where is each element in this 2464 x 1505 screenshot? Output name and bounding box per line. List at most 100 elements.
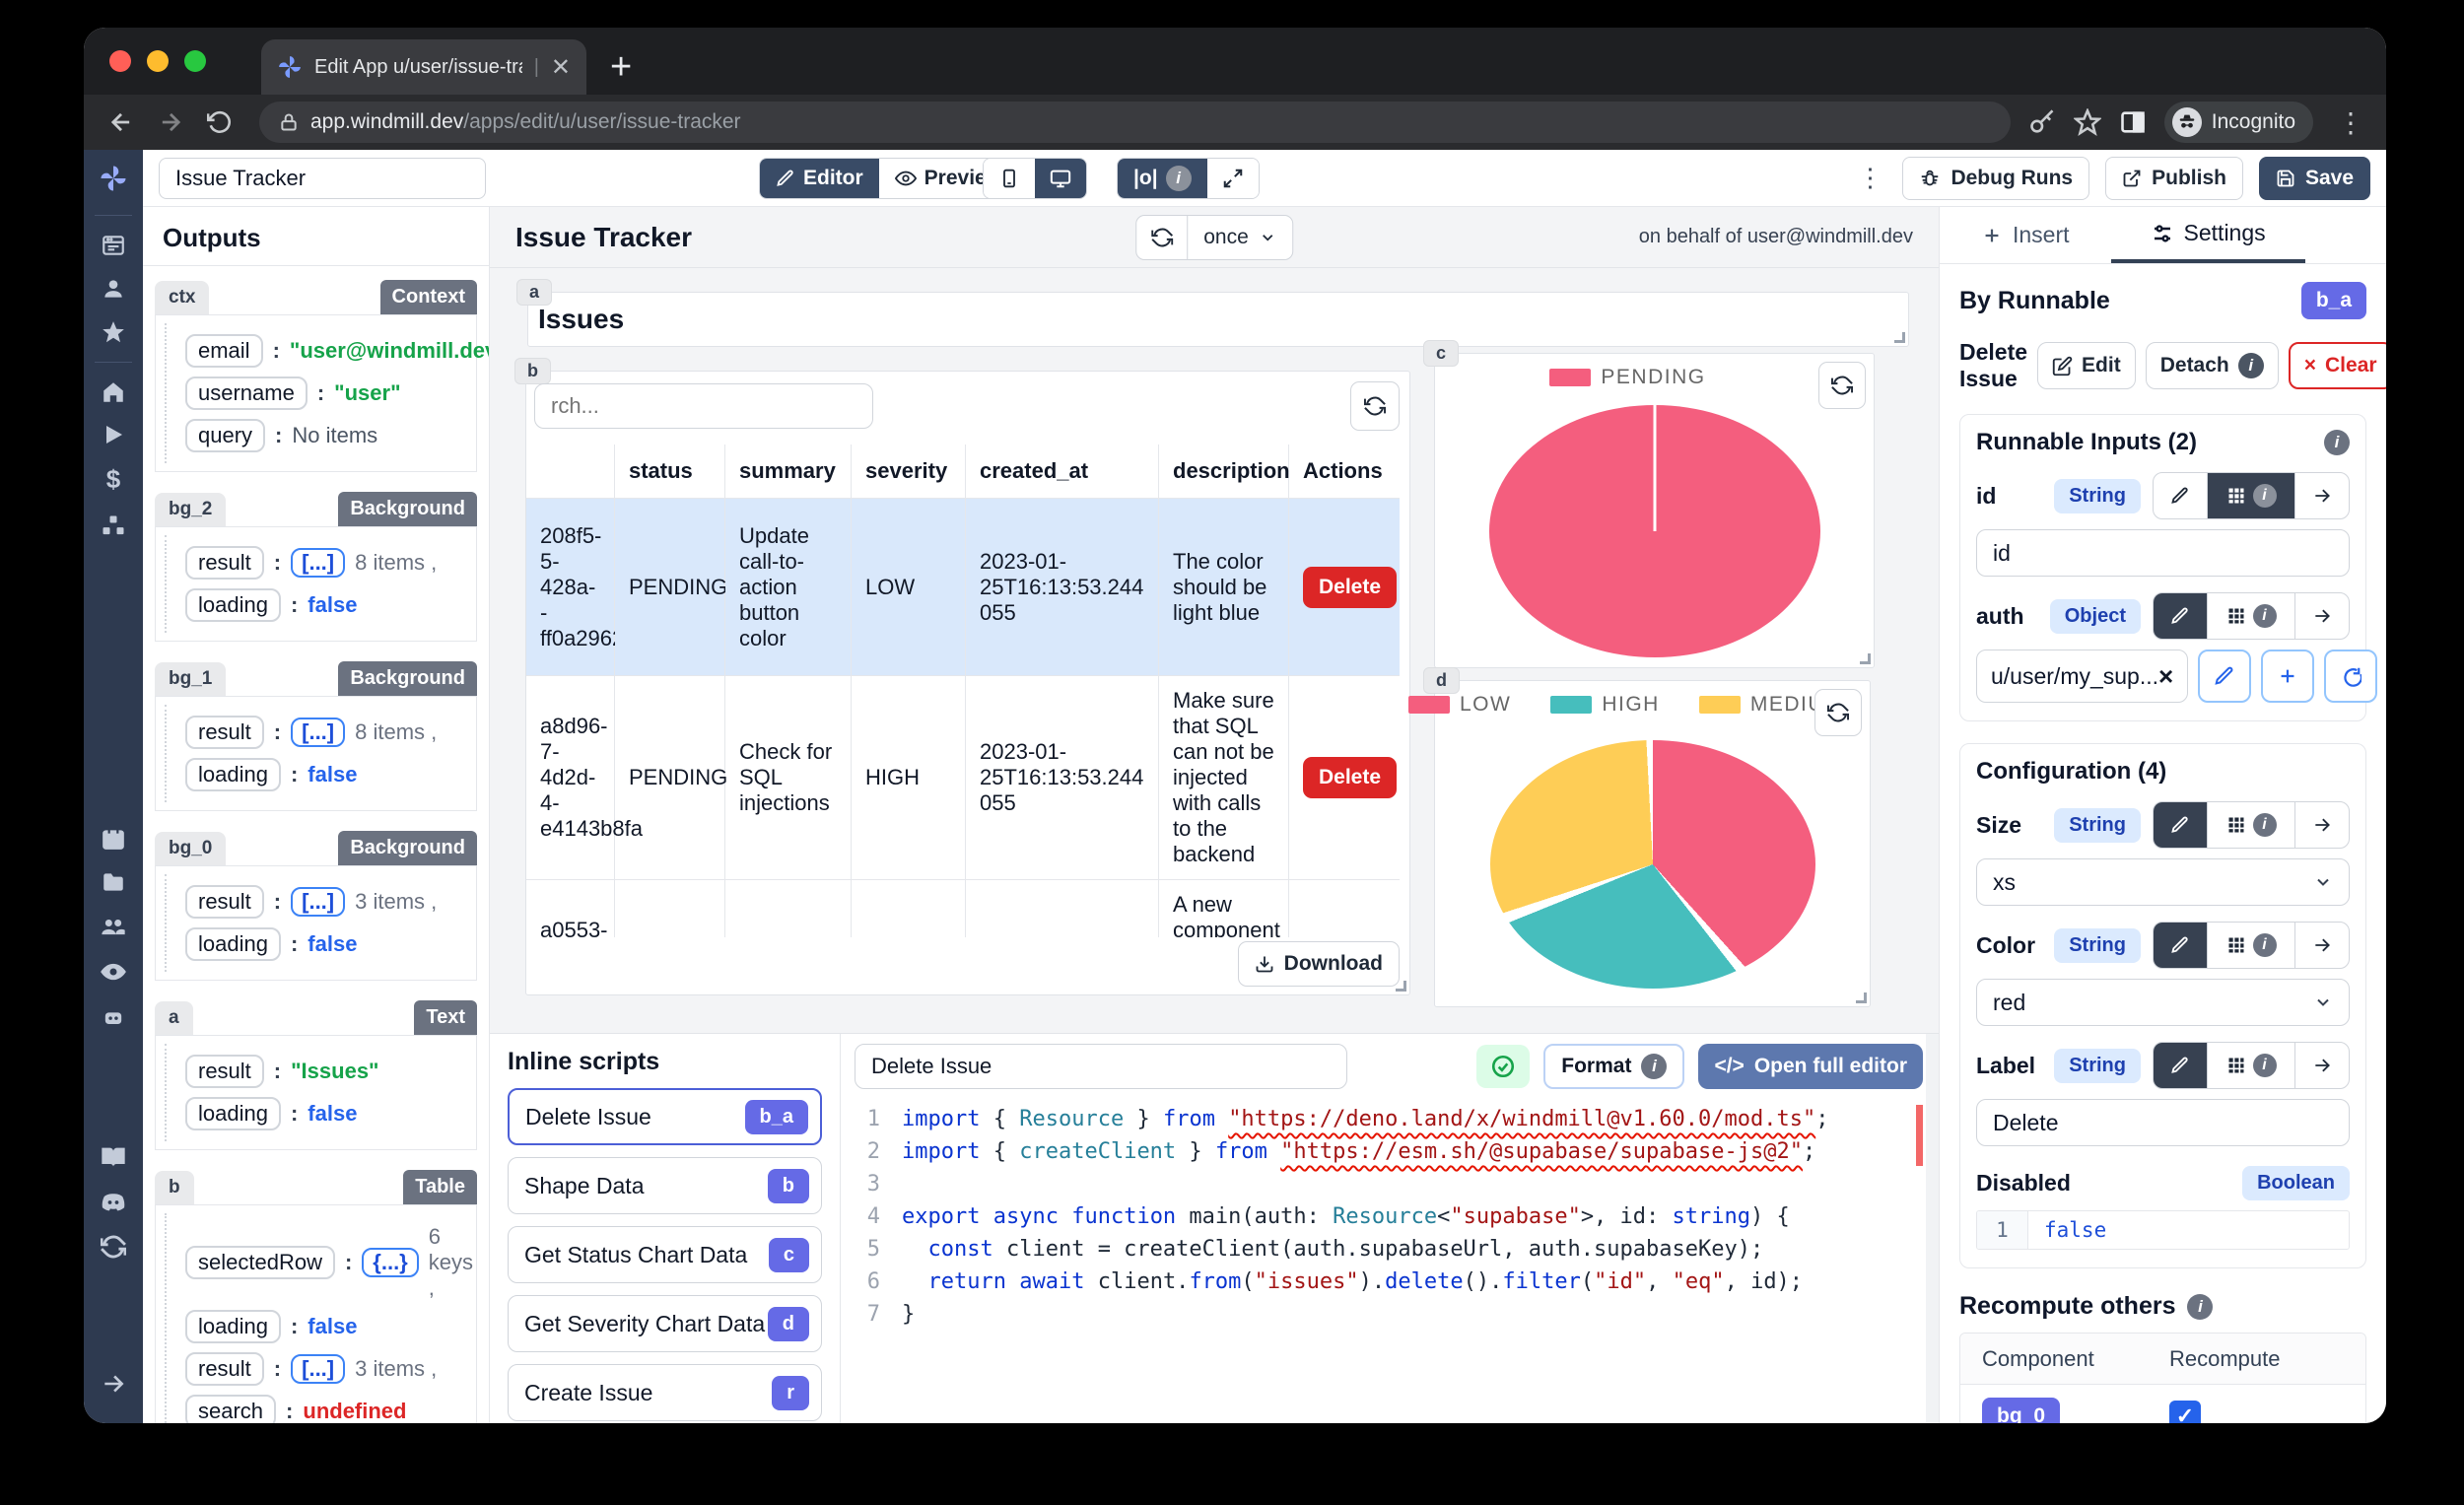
output-section-bg2[interactable]: bg_2Background result:[...]8 items , loa… (155, 492, 477, 642)
sidebar-item-schedules[interactable] (101, 826, 126, 852)
tab-settings[interactable]: Settings (2111, 207, 2305, 263)
delete-row-button[interactable]: Delete (1303, 757, 1397, 798)
chart-refresh-button[interactable] (1818, 362, 1866, 409)
sidebar-item-audit-logs[interactable] (100, 958, 127, 986)
connect-output-button[interactable]: i (2207, 473, 2295, 518)
url-bar[interactable]: app.windmill.dev/apps/edit/u/user/issue-… (259, 102, 2011, 143)
pie-chart-severity[interactable]: d LOW HIGH MEDIUM (1434, 680, 1871, 1007)
detach-runnable-button[interactable]: Detachi (2146, 342, 2279, 389)
delete-row-button[interactable]: Delete (1303, 567, 1397, 608)
static-value-button[interactable] (2154, 1043, 2207, 1088)
component-tab-b[interactable]: b (514, 358, 551, 384)
col-status[interactable]: status (615, 445, 725, 499)
edit-runnable-button[interactable]: Edit (2037, 342, 2136, 389)
chart-refresh-button[interactable] (1814, 689, 1862, 736)
save-button[interactable]: Save (2259, 157, 2370, 200)
editor-scrollbar[interactable] (1926, 1034, 1939, 1423)
refresh-mode-select[interactable]: once (1188, 216, 1292, 259)
desktop-view-button[interactable] (1035, 159, 1086, 198)
app-title-input[interactable] (159, 158, 486, 199)
table-row[interactable]: 208f5-5-428a--ff0a2962 PENDING Update ca… (526, 499, 1400, 676)
clear-runnable-button[interactable]: ×Clear (2289, 342, 2386, 389)
resize-handle[interactable] (1894, 332, 1905, 343)
resize-handle[interactable] (1860, 653, 1871, 664)
clear-resource-icon[interactable]: × (2158, 661, 2173, 692)
static-value-button[interactable] (2154, 473, 2207, 518)
sidebar-item-favorites[interactable] (101, 319, 126, 345)
component-tab-c[interactable]: c (1423, 340, 1459, 367)
code-area[interactable]: 1import { Resource } from "https://deno.… (855, 1103, 1939, 1331)
refresh-resource-button[interactable] (2324, 650, 2377, 703)
static-value-button[interactable] (2154, 923, 2207, 968)
col-id[interactable] (526, 445, 615, 499)
script-item-get-status-chart-data[interactable]: Get Status Chart Datac (508, 1226, 822, 1283)
open-full-editor-button[interactable]: </>Open full editor (1698, 1044, 1923, 1089)
reload-icon[interactable] (198, 109, 241, 135)
zoom-window-button[interactable] (184, 50, 206, 72)
component-tab-d[interactable]: d (1423, 667, 1460, 694)
format-button[interactable]: Formati (1543, 1044, 1684, 1089)
array-pill[interactable]: [...] (291, 718, 345, 747)
sidebar-item-resources[interactable] (100, 513, 127, 540)
collapse-rail-icon[interactable] (101, 1371, 126, 1397)
table-refresh-button[interactable] (1350, 381, 1400, 431)
table-component[interactable]: b status summary severity created_at (525, 371, 1410, 995)
array-pill[interactable]: [...] (291, 548, 345, 578)
table-row[interactable]: a8d96-7-4d2d-4-e4143b8fa PENDING Check f… (526, 676, 1400, 877)
col-description[interactable]: description (1159, 445, 1289, 499)
sidebar-item-apps[interactable] (101, 233, 126, 258)
script-item-get-severity-chart-data[interactable]: Get Severity Chart Datad (508, 1295, 822, 1352)
windmill-logo-icon[interactable] (99, 150, 128, 207)
close-tab-icon[interactable]: ✕ (551, 53, 571, 82)
output-key[interactable]: email (185, 334, 263, 368)
output-key[interactable]: loading (185, 758, 281, 791)
component-tab-a[interactable]: a (516, 279, 552, 306)
text-component-issues[interactable]: a Issues (527, 292, 1909, 347)
col-created-at[interactable]: created_at (966, 445, 1159, 499)
bookmark-star-icon[interactable] (2074, 108, 2101, 136)
eval-input-button[interactable] (2295, 473, 2349, 518)
output-section-bg1[interactable]: bg_1Background result:[...]8 items , loa… (155, 661, 477, 811)
output-key[interactable]: loading (185, 1310, 281, 1343)
output-section-ctx[interactable]: ctxContext email:"user@windmill.dev" use… (155, 280, 477, 472)
download-button[interactable]: Download (1238, 941, 1400, 987)
output-key[interactable]: selectedRow (185, 1246, 335, 1279)
sidebar-item-groups[interactable] (100, 913, 127, 940)
col-severity[interactable]: severity (852, 445, 966, 499)
output-key[interactable]: result (185, 1055, 264, 1088)
discord-icon[interactable] (100, 1189, 127, 1216)
canvas-grid[interactable]: a Issues b status (490, 268, 1939, 1033)
output-key[interactable]: result (185, 885, 264, 919)
output-key[interactable]: loading (185, 588, 281, 622)
col-actions[interactable]: Actions (1289, 445, 1400, 499)
sidebar-item-folders[interactable] (101, 869, 126, 895)
debug-runs-button[interactable]: Debug Runs (1902, 157, 2089, 200)
output-key[interactable]: loading (185, 1097, 281, 1130)
publish-button[interactable]: Publish (2105, 157, 2243, 200)
sidebar-item-workers[interactable] (100, 1003, 127, 1031)
output-section-bg0[interactable]: bg_0Background result:[...]3 items , loa… (155, 831, 477, 981)
output-key[interactable]: result (185, 1352, 264, 1386)
table-search-input[interactable] (534, 383, 873, 429)
editor-mode-button[interactable]: Editor (760, 159, 879, 198)
mobile-view-button[interactable] (984, 159, 1035, 198)
browser-tab[interactable]: Edit App u/user/issue-tracker | ✕ (261, 39, 586, 95)
recompute-checkbox[interactable]: ✓ (2169, 1401, 2201, 1423)
output-section-b[interactable]: bTable selectedRow:{...}6 keys , loading… (155, 1170, 477, 1423)
sidebar-item-user[interactable] (101, 276, 126, 302)
back-icon[interactable] (100, 108, 143, 136)
new-tab-button[interactable]: + (610, 46, 632, 89)
sidebar-item-variables[interactable]: $ (106, 464, 120, 495)
section-id-chip[interactable]: bg_0 (155, 832, 226, 865)
size-select[interactable]: xs (1976, 858, 2350, 906)
color-select[interactable]: red (1976, 979, 2350, 1026)
static-value-button[interactable] (2154, 802, 2207, 848)
tab-insert[interactable]: Insert (1961, 207, 2089, 263)
label-value-input[interactable] (1976, 1099, 2350, 1146)
sidebar-item-docs[interactable] (100, 1143, 127, 1171)
sync-icon[interactable] (101, 1234, 126, 1260)
side-panel-icon[interactable] (2119, 108, 2147, 136)
resource-picker[interactable]: u/user/my_sup...× (1976, 650, 2188, 703)
pie-chart-status[interactable]: c PENDING (1434, 353, 1875, 668)
refresh-app-button[interactable] (1136, 216, 1188, 259)
